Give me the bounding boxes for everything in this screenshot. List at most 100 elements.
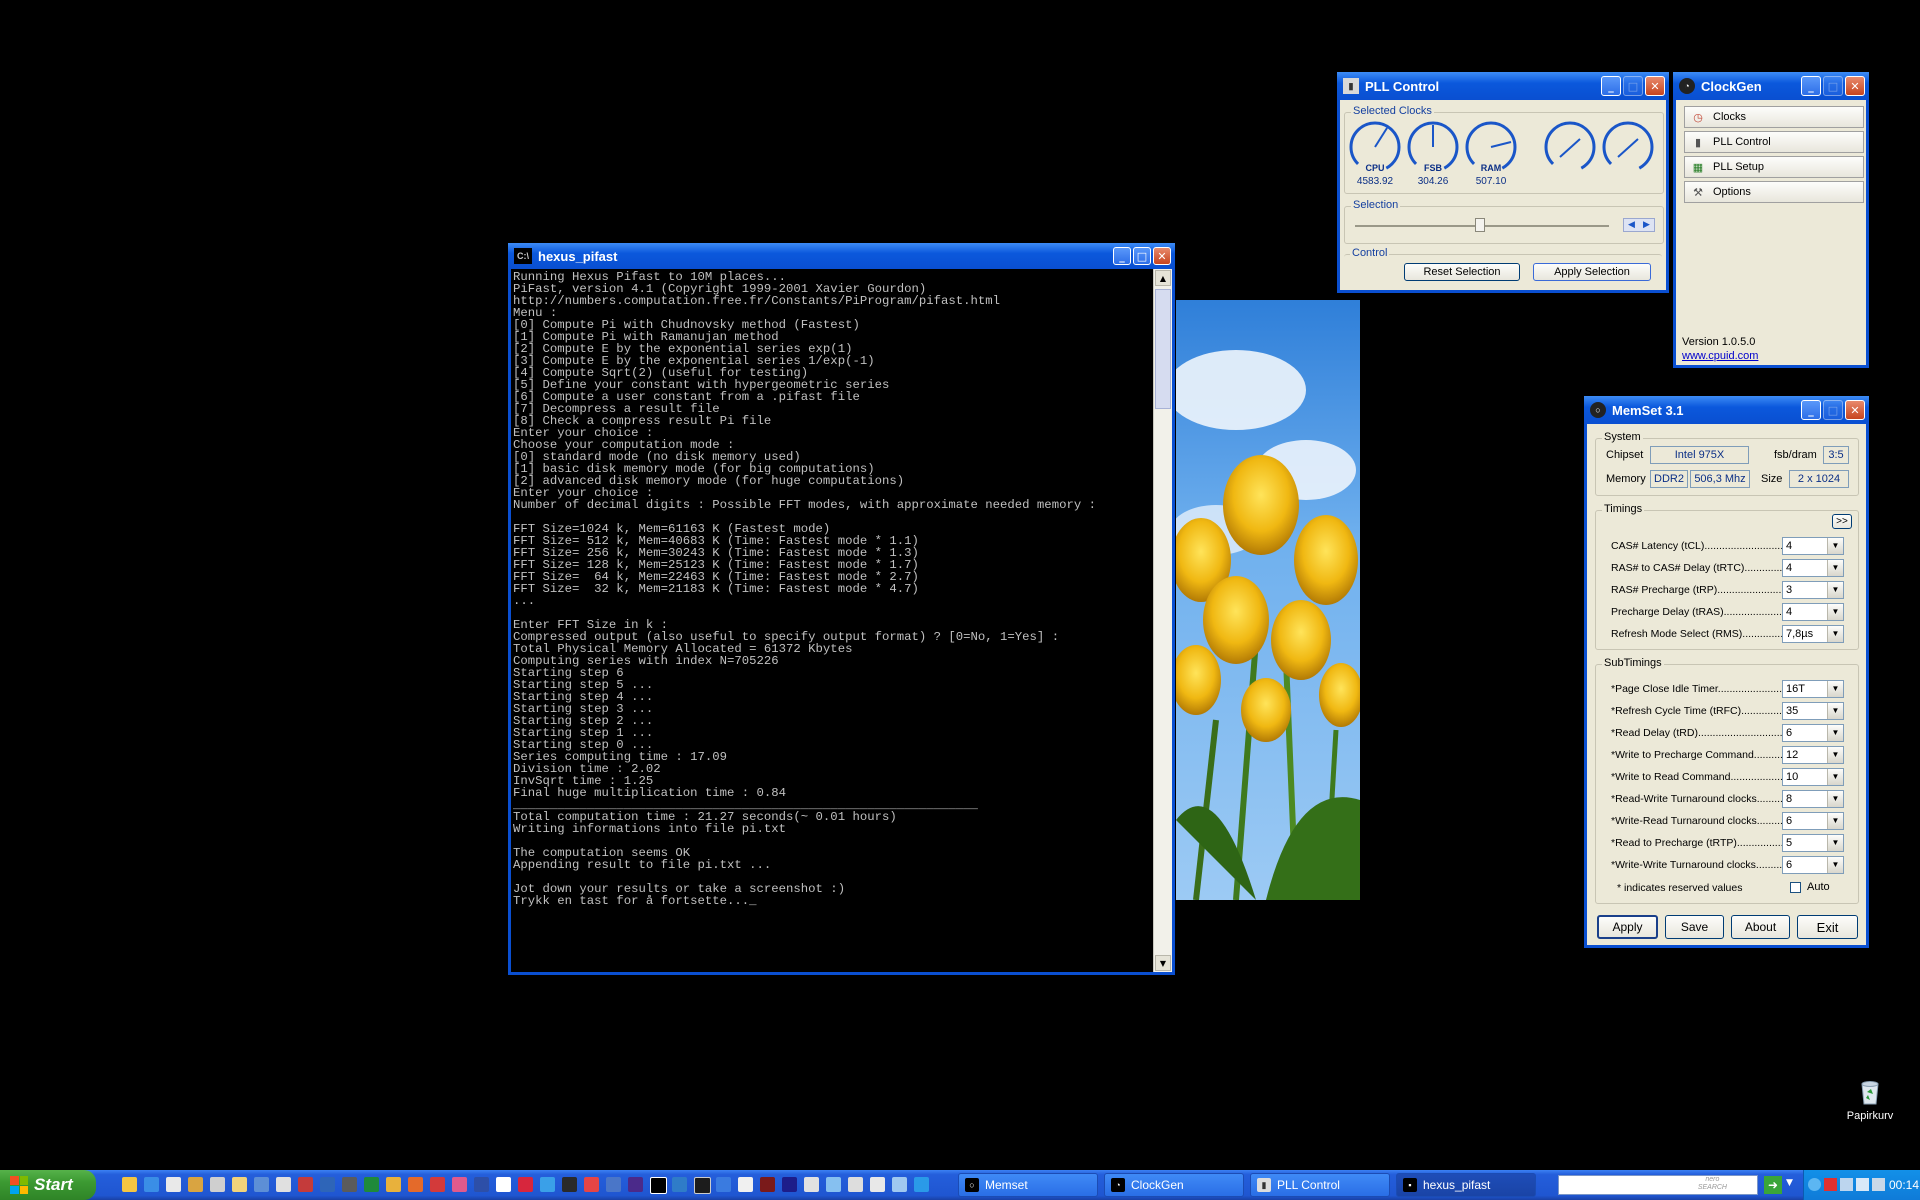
chevron-down-icon[interactable]: ▼ xyxy=(1827,791,1843,807)
scroll-up-icon[interactable]: ▲ xyxy=(1155,270,1171,286)
search-go-icon[interactable]: ➜ xyxy=(1764,1176,1782,1194)
timing-select[interactable]: 7,8µs ▼ xyxy=(1782,625,1844,643)
chevron-down-icon[interactable]: ▼ xyxy=(1827,538,1843,554)
subtiming-select[interactable]: 10 ▼ xyxy=(1782,768,1844,786)
nero-search-box[interactable]: nero SEARCH xyxy=(1558,1175,1758,1195)
timing-select[interactable]: 4 ▼ xyxy=(1782,559,1844,577)
quicklaunch-icon[interactable] xyxy=(848,1177,863,1192)
chevron-down-icon[interactable]: ▼ xyxy=(1827,813,1843,829)
chevron-down-icon[interactable]: ▼ xyxy=(1827,769,1843,785)
quicklaunch-icon[interactable] xyxy=(606,1177,621,1192)
quicklaunch-icon[interactable] xyxy=(540,1177,555,1192)
subtiming-select[interactable]: 6 ▼ xyxy=(1782,724,1844,742)
quicklaunch-icon[interactable] xyxy=(144,1177,159,1192)
chevron-down-icon[interactable]: ▼ xyxy=(1827,626,1843,642)
save-button[interactable]: Save xyxy=(1665,915,1724,939)
quicklaunch-icon[interactable] xyxy=(716,1177,731,1192)
quicklaunch-icon[interactable] xyxy=(430,1177,445,1192)
tray-shield-icon[interactable] xyxy=(1856,1178,1869,1191)
subtiming-select[interactable]: 6 ▼ xyxy=(1782,812,1844,830)
subtiming-select[interactable]: 12 ▼ xyxy=(1782,746,1844,764)
quicklaunch-icon[interactable] xyxy=(518,1177,533,1192)
quicklaunch-icon[interactable] xyxy=(628,1177,643,1192)
subtiming-select[interactable]: 16T ▼ xyxy=(1782,680,1844,698)
quicklaunch-icon[interactable] xyxy=(584,1177,599,1192)
quicklaunch-icon[interactable] xyxy=(320,1177,335,1192)
chevron-down-icon[interactable]: ▼ xyxy=(1827,703,1843,719)
quicklaunch-icon[interactable] xyxy=(474,1177,489,1192)
close-button[interactable]: ✕ xyxy=(1845,400,1865,420)
clockgen-title-bar[interactable]: ◔ ClockGen _ □ ✕ xyxy=(1673,72,1869,100)
console-title-bar[interactable]: C:\ hexus_pifast _ □ ✕ xyxy=(508,243,1175,269)
task-memset[interactable]: ○ Memset xyxy=(958,1173,1098,1197)
minimize-button[interactable]: _ xyxy=(1801,76,1821,96)
quicklaunch-icon[interactable] xyxy=(562,1177,577,1192)
quicklaunch-icon[interactable] xyxy=(342,1177,357,1192)
clockgen-item-pll-control[interactable]: ▮ PLL Control xyxy=(1684,131,1864,153)
timing-select[interactable]: 4 ▼ xyxy=(1782,603,1844,621)
about-button[interactable]: About xyxy=(1731,915,1790,939)
subtiming-select[interactable]: 5 ▼ xyxy=(1782,834,1844,852)
selection-arrows[interactable]: ◀ ▶ xyxy=(1623,218,1655,232)
quicklaunch-icon[interactable] xyxy=(694,1177,711,1194)
quicklaunch-icon[interactable] xyxy=(210,1177,225,1192)
close-button[interactable]: ✕ xyxy=(1845,76,1865,96)
quicklaunch-icon[interactable] xyxy=(914,1177,929,1192)
apply-selection-button[interactable]: Apply Selection xyxy=(1533,263,1651,281)
quicklaunch-icon[interactable] xyxy=(870,1177,885,1192)
selection-slider-thumb[interactable] xyxy=(1475,218,1485,232)
timing-select[interactable]: 3 ▼ xyxy=(1782,581,1844,599)
auto-checkbox[interactable] xyxy=(1790,882,1801,893)
scroll-thumb[interactable] xyxy=(1155,289,1171,409)
quicklaunch-icon[interactable] xyxy=(760,1177,775,1192)
task-clockgen[interactable]: ◔ ClockGen xyxy=(1104,1173,1244,1197)
task-pll-control[interactable]: ▮ PLL Control xyxy=(1250,1173,1390,1197)
chevron-down-icon[interactable]: ▼ xyxy=(1827,747,1843,763)
chevron-down-icon[interactable]: ▼ xyxy=(1827,604,1843,620)
console-output[interactable]: Running Hexus Pifast to 10M places... Pi… xyxy=(513,271,1152,970)
quicklaunch-icon[interactable] xyxy=(672,1177,687,1192)
timing-select[interactable]: 4 ▼ xyxy=(1782,537,1844,555)
chevron-down-icon[interactable]: ▼ xyxy=(1827,835,1843,851)
tray-volume-icon[interactable] xyxy=(1872,1178,1885,1191)
clockgen-item-pll-setup[interactable]: ▦ PLL Setup xyxy=(1684,156,1864,178)
start-button[interactable]: Start xyxy=(0,1170,96,1200)
quicklaunch-icon[interactable] xyxy=(452,1177,467,1192)
quicklaunch-icon[interactable] xyxy=(254,1177,269,1192)
quicklaunch-icon[interactable] xyxy=(892,1177,907,1192)
exit-button[interactable]: Exit xyxy=(1797,915,1858,939)
quicklaunch-icon[interactable] xyxy=(408,1177,423,1192)
quicklaunch-icon[interactable] xyxy=(122,1177,137,1192)
quicklaunch-icon[interactable] xyxy=(188,1177,203,1192)
reset-selection-button[interactable]: Reset Selection xyxy=(1404,263,1520,281)
console-scrollbar[interactable]: ▲ ▼ xyxy=(1153,269,1172,972)
clockgen-item-clocks[interactable]: ◷ Clocks xyxy=(1684,106,1864,128)
minimize-button[interactable]: _ xyxy=(1801,400,1821,420)
quicklaunch-icon[interactable] xyxy=(804,1177,819,1192)
quicklaunch-icon[interactable] xyxy=(650,1177,667,1194)
quicklaunch-icon[interactable] xyxy=(232,1177,247,1192)
scroll-down-icon[interactable]: ▼ xyxy=(1155,955,1171,971)
quicklaunch-icon[interactable] xyxy=(826,1177,841,1192)
cpuid-link[interactable]: www.cpuid.com xyxy=(1682,350,1758,362)
gauge-5[interactable] xyxy=(1594,119,1662,179)
subtiming-select[interactable]: 6 ▼ xyxy=(1782,856,1844,874)
gauge-4[interactable] xyxy=(1536,119,1604,179)
memset-title-bar[interactable]: ○ MemSet 3.1 _ □ ✕ xyxy=(1584,396,1869,424)
arrow-right-icon[interactable]: ▶ xyxy=(1643,220,1650,230)
quicklaunch-icon[interactable] xyxy=(298,1177,313,1192)
tray-antivirus-icon[interactable] xyxy=(1824,1178,1837,1191)
apply-button[interactable]: Apply xyxy=(1597,915,1658,939)
maximize-button[interactable]: □ xyxy=(1133,247,1151,265)
close-button[interactable]: ✕ xyxy=(1645,76,1665,96)
minimize-button[interactable]: _ xyxy=(1113,247,1131,265)
chevron-down-icon[interactable]: ▼ xyxy=(1786,1178,1793,1188)
arrow-left-icon[interactable]: ◀ xyxy=(1628,220,1635,230)
chevron-down-icon[interactable]: ▼ xyxy=(1827,857,1843,873)
chevron-down-icon[interactable]: ▼ xyxy=(1827,725,1843,741)
chevron-down-icon[interactable]: ▼ xyxy=(1827,560,1843,576)
tray-network-icon[interactable] xyxy=(1840,1178,1853,1191)
subtiming-select[interactable]: 8 ▼ xyxy=(1782,790,1844,808)
minimize-button[interactable]: _ xyxy=(1601,76,1621,96)
close-button[interactable]: ✕ xyxy=(1153,247,1171,265)
